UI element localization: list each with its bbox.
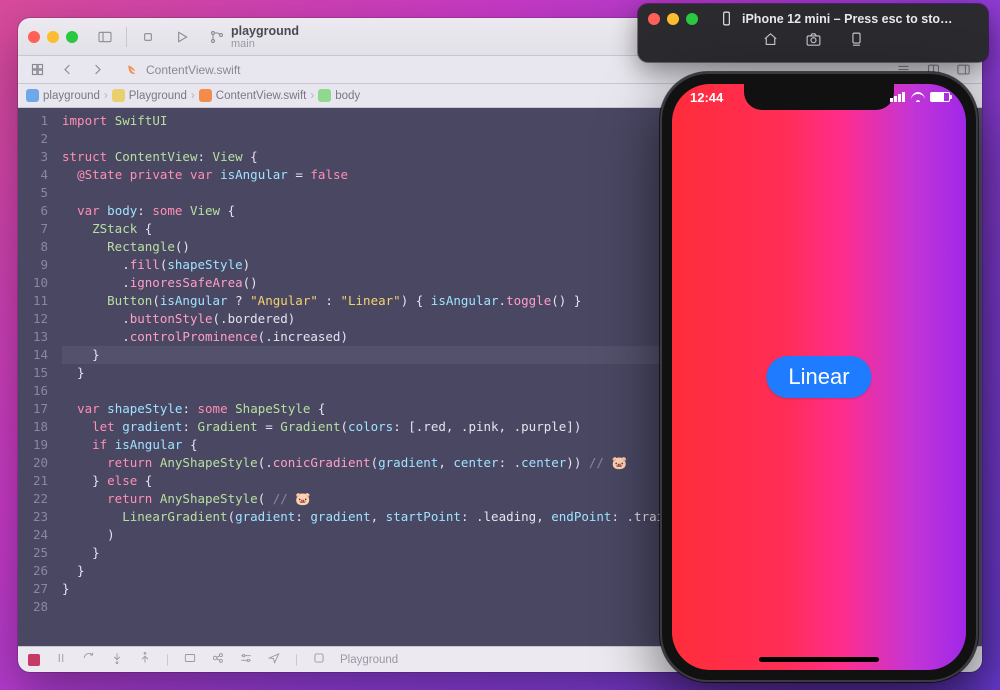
simulator-window-header: iPhone 12 mini – Press esc to sto… bbox=[638, 4, 988, 62]
pause-button[interactable] bbox=[54, 651, 68, 668]
related-items-button[interactable] bbox=[24, 58, 50, 82]
rotate-button[interactable] bbox=[848, 31, 865, 51]
breakpoint-toggle[interactable] bbox=[28, 654, 40, 666]
debug-target[interactable]: Playground bbox=[340, 654, 398, 666]
minimize-dot[interactable] bbox=[667, 13, 679, 25]
folder-icon bbox=[112, 89, 125, 102]
wifi-icon bbox=[911, 92, 925, 102]
nav-back-button[interactable] bbox=[54, 58, 80, 82]
screenshot-button[interactable] bbox=[805, 31, 822, 51]
property-icon bbox=[318, 89, 331, 102]
status-bar-time: 12:44 bbox=[690, 90, 723, 105]
line-gutter: 1234567891011121314151617181920212223242… bbox=[18, 108, 56, 646]
memory-graph-button[interactable] bbox=[211, 651, 225, 668]
crumb-symbol[interactable]: body bbox=[335, 90, 360, 102]
tab-filename: ContentView.swift bbox=[146, 63, 241, 77]
code-editor[interactable]: 1234567891011121314151617181920212223242… bbox=[18, 108, 702, 646]
simulator-title: iPhone 12 mini – Press esc to sto… bbox=[742, 12, 978, 26]
code-content[interactable]: import SwiftUI struct ContentView: View … bbox=[56, 108, 702, 646]
crumb-project[interactable]: playground bbox=[43, 90, 100, 102]
debug-target-icon bbox=[312, 651, 326, 668]
env-overrides-button[interactable] bbox=[239, 651, 253, 668]
step-into-button[interactable] bbox=[110, 651, 124, 668]
device-notch bbox=[744, 84, 894, 110]
swift-file-icon bbox=[126, 63, 140, 77]
home-button[interactable] bbox=[762, 31, 779, 51]
close-dot[interactable] bbox=[28, 31, 40, 43]
branch-name: main bbox=[231, 38, 299, 50]
simulator-screen[interactable]: 12:44 Linear bbox=[672, 84, 966, 670]
crumb-file[interactable]: ContentView.swift bbox=[216, 90, 307, 102]
chevron-icon: › bbox=[104, 90, 108, 102]
run-button[interactable] bbox=[169, 25, 195, 49]
step-over-button[interactable] bbox=[82, 651, 96, 668]
window-traffic-lights[interactable] bbox=[28, 31, 78, 43]
toggle-navigator-button[interactable] bbox=[92, 25, 118, 49]
nav-forward-button[interactable] bbox=[84, 58, 110, 82]
project-icon bbox=[26, 89, 39, 102]
gradient-toggle-button[interactable]: Linear bbox=[766, 356, 871, 398]
battery-icon bbox=[930, 92, 950, 102]
minimize-dot[interactable] bbox=[47, 31, 59, 43]
phone-icon bbox=[718, 10, 735, 27]
project-title: playground bbox=[231, 24, 299, 38]
debug-view-button[interactable] bbox=[183, 651, 197, 668]
swift-icon bbox=[199, 89, 212, 102]
branch-icon bbox=[209, 29, 225, 45]
chevron-icon: › bbox=[310, 90, 314, 102]
home-indicator bbox=[759, 657, 879, 662]
chevron-icon: › bbox=[191, 90, 195, 102]
location-button[interactable] bbox=[267, 651, 281, 668]
simulator-device: 12:44 Linear bbox=[660, 72, 978, 682]
status-bar-icons bbox=[890, 92, 950, 102]
file-tab[interactable]: ContentView.swift bbox=[114, 56, 253, 83]
close-dot[interactable] bbox=[648, 13, 660, 25]
cellular-icon bbox=[890, 92, 906, 102]
divider bbox=[126, 27, 127, 47]
zoom-dot[interactable] bbox=[686, 13, 698, 25]
step-out-button[interactable] bbox=[138, 651, 152, 668]
crumb-folder[interactable]: Playground bbox=[129, 90, 187, 102]
zoom-dot[interactable] bbox=[66, 31, 78, 43]
stop-button[interactable] bbox=[135, 25, 161, 49]
scheme-selector[interactable]: playground main bbox=[209, 24, 299, 50]
